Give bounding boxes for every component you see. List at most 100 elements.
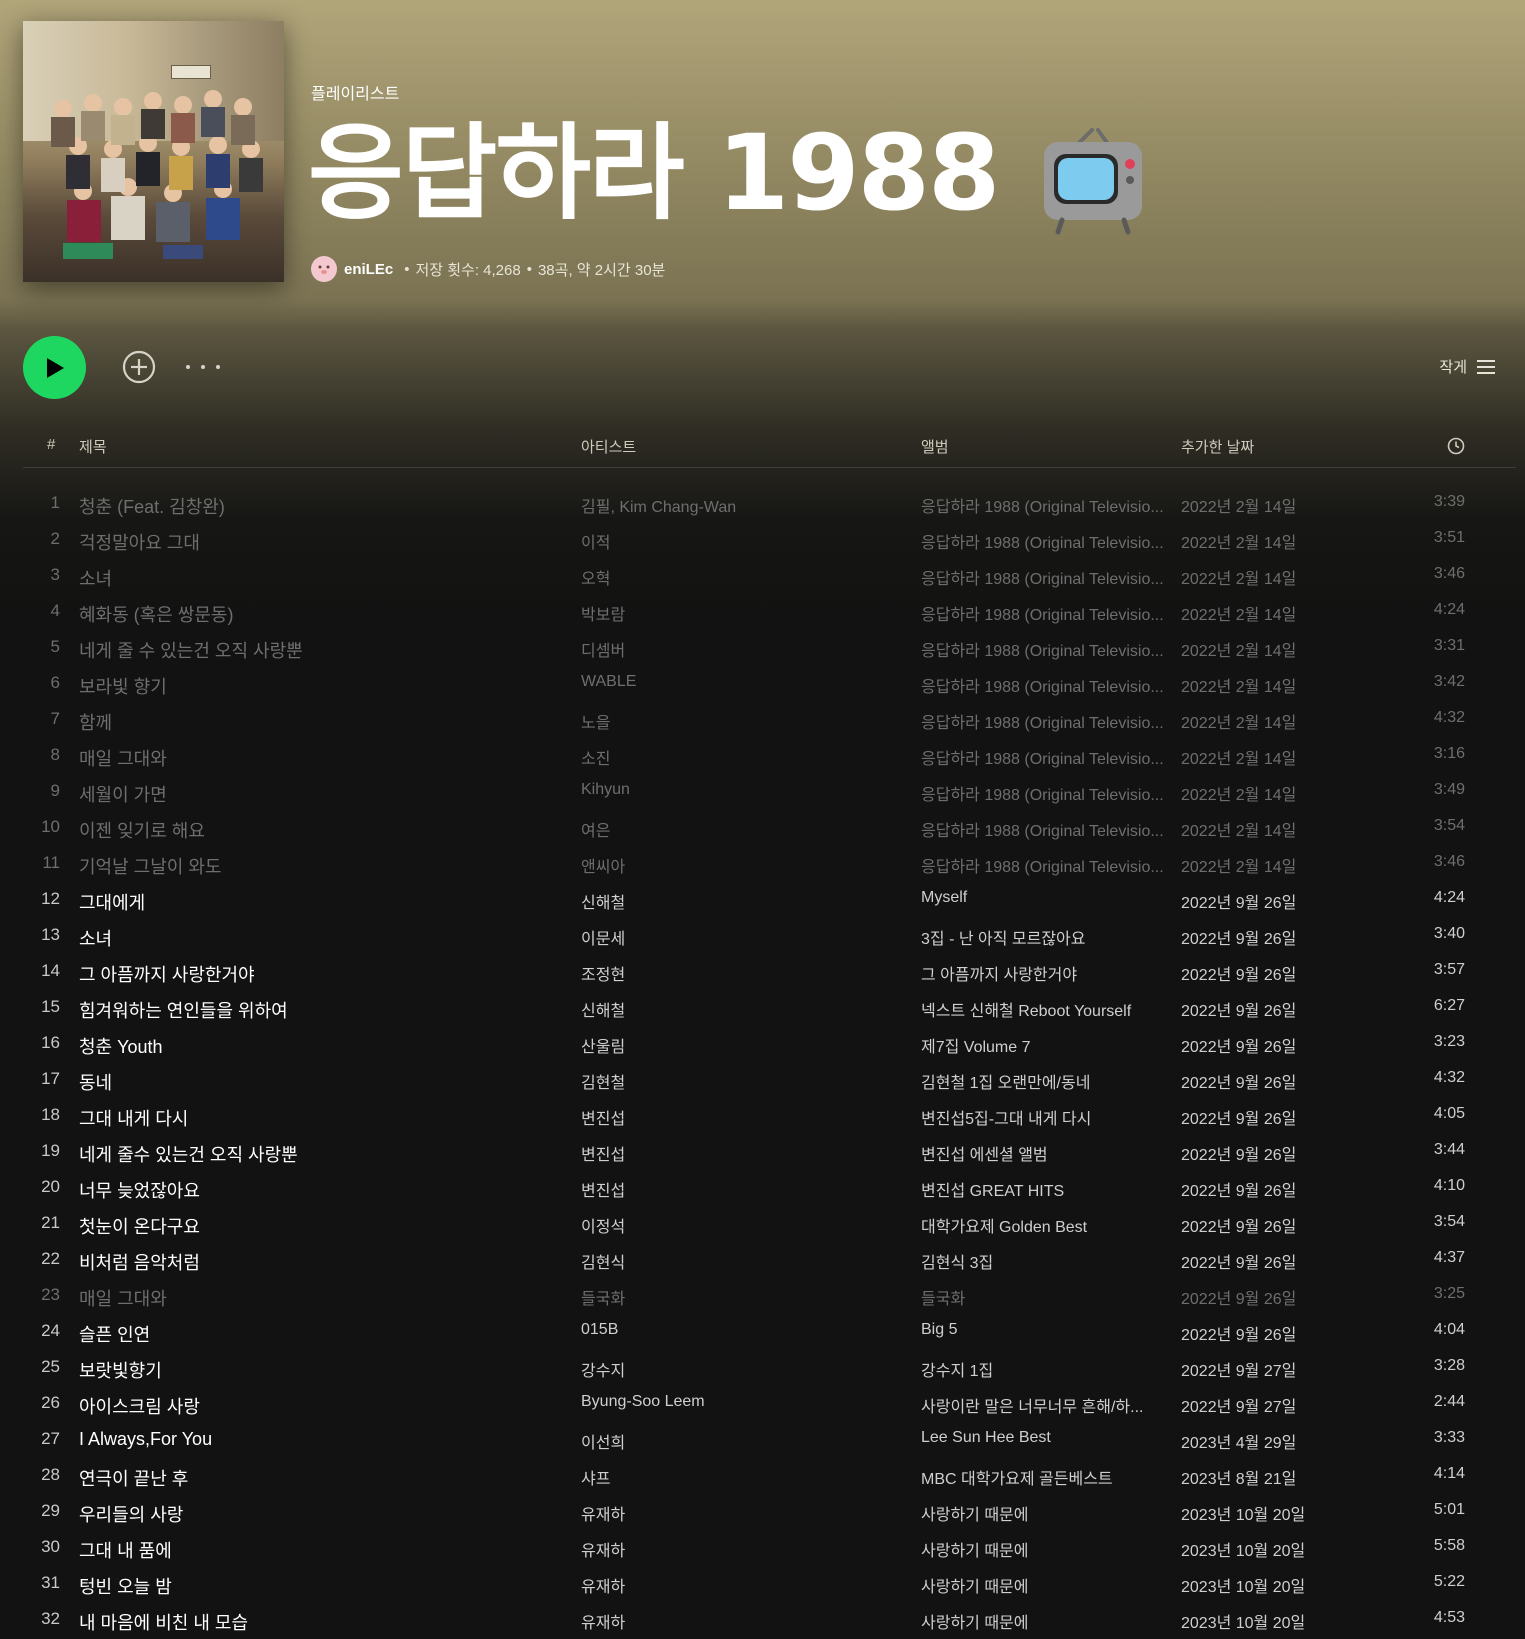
track-title[interactable]: 그대 내게 다시 — [79, 1105, 539, 1131]
track-album[interactable]: Big 5 — [921, 1321, 1191, 1339]
track-row[interactable]: 23 매일 그대와 들국화 들국화 2022년 9월 26일 3:25 — [23, 1279, 1516, 1315]
track-title[interactable]: 기억날 그날이 와도 — [79, 853, 539, 879]
track-title[interactable]: 힘겨워하는 연인들을 위하여 — [79, 997, 539, 1023]
track-album[interactable]: 응답하라 1988 (Original Televisio... — [921, 637, 1191, 661]
column-album[interactable]: 앨범 — [921, 436, 949, 457]
track-row[interactable]: 30 그대 내 품에 유재하 사랑하기 때문에 2023년 10월 20일 5:58 — [23, 1531, 1516, 1567]
track-row[interactable]: 18 그대 내게 다시 변진섭 변진섭5집-그대 내게 다시 2022년 9월 26일 4… — [23, 1099, 1516, 1135]
track-album[interactable]: 사랑하기 때문에 — [921, 1537, 1191, 1561]
track-row[interactable]: 13 소녀 이문세 3집 - 난 아직 모르잖아요 2022년 9월 26일 3:40 — [23, 919, 1516, 955]
track-row[interactable]: 12 그대에게 신해철 Myself 2022년 9월 26일 4:24 — [23, 883, 1516, 919]
track-album[interactable]: Myself — [921, 889, 1191, 907]
track-album[interactable]: 변진섭5집-그대 내게 다시 — [921, 1105, 1191, 1129]
track-album[interactable]: 강수지 1집 — [921, 1357, 1191, 1381]
track-artist[interactable]: 김현철 — [581, 1069, 901, 1093]
track-album[interactable]: 응답하라 1988 (Original Televisio... — [921, 709, 1191, 733]
track-artist[interactable]: 앤씨아 — [581, 853, 901, 877]
track-title[interactable]: 혜화동 (혹은 쌍문동) — [79, 601, 539, 627]
track-row[interactable]: 27 I Always,For You 이선희 Lee Sun Hee Best 202… — [23, 1423, 1516, 1459]
track-artist[interactable]: 이적 — [581, 529, 901, 553]
track-album[interactable]: 들국화 — [921, 1285, 1191, 1309]
track-album[interactable]: 넥스트 신해철 Reboot Yourself — [921, 997, 1191, 1021]
track-artist[interactable]: 유재하 — [581, 1573, 901, 1597]
track-artist[interactable]: 박보람 — [581, 601, 901, 625]
column-title[interactable]: 제목 — [79, 436, 107, 457]
track-album[interactable]: 제7집 Volume 7 — [921, 1033, 1191, 1057]
track-row[interactable]: 11 기억날 그날이 와도 앤씨아 응답하라 1988 (Original Telev… — [23, 847, 1516, 883]
track-row[interactable]: 32 내 마음에 비친 내 모습 유재하 사랑하기 때문에 2023년 10월 20일 4… — [23, 1603, 1516, 1639]
track-album[interactable]: 응답하라 1988 (Original Televisio... — [921, 853, 1191, 877]
track-title[interactable]: 첫눈이 온다구요 — [79, 1213, 539, 1239]
track-artist[interactable]: 015B — [581, 1321, 901, 1339]
track-title[interactable]: 세월이 가면 — [79, 781, 539, 807]
track-row[interactable]: 22 비처럼 음악처럼 김현식 김현식 3집 2022년 9월 26일 4:37 — [23, 1243, 1516, 1279]
track-row[interactable]: 1 청춘 (Feat. 김창완) 김필, Kim Chang-Wan 응답하라 198… — [23, 487, 1516, 523]
track-row[interactable]: 21 첫눈이 온다구요 이정석 대학가요제 Golden Best 2022년 9월 2… — [23, 1207, 1516, 1243]
track-title[interactable]: 함께 — [79, 709, 539, 735]
track-row[interactable]: 19 네게 줄수 있는건 오직 사랑뿐 변진섭 변진섭 에센셜 앨범 2022년 9월 … — [23, 1135, 1516, 1171]
track-album[interactable]: 3집 - 난 아직 모르잖아요 — [921, 925, 1191, 949]
track-title[interactable]: 그대에게 — [79, 889, 539, 915]
track-row[interactable]: 29 우리들의 사랑 유재하 사랑하기 때문에 2023년 10월 20일 5:01 — [23, 1495, 1516, 1531]
track-row[interactable]: 14 그 아픔까지 사랑한거야 조정현 그 아픔까지 사랑한거야 2022년 9월 26… — [23, 955, 1516, 991]
track-artist[interactable]: 오혁 — [581, 565, 901, 589]
track-row[interactable]: 17 동네 김현철 김현철 1집 오랜만에/동네 2022년 9월 26일 4:32 — [23, 1063, 1516, 1099]
track-artist[interactable]: 김필, Kim Chang-Wan — [581, 493, 901, 517]
track-artist[interactable]: 변진섭 — [581, 1141, 901, 1165]
track-row[interactable]: 16 청춘 Youth 산울림 제7집 Volume 7 2022년 9월 26일 3:2… — [23, 1027, 1516, 1063]
track-album[interactable]: MBC 대학가요제 골든베스트 — [921, 1465, 1191, 1489]
track-artist[interactable]: 이선희 — [581, 1429, 901, 1453]
track-row[interactable]: 28 연극이 끝난 후 샤프 MBC 대학가요제 골든베스트 2023년 8월 21일 4… — [23, 1459, 1516, 1495]
track-album[interactable]: Lee Sun Hee Best — [921, 1429, 1191, 1447]
track-artist[interactable]: 이문세 — [581, 925, 901, 949]
track-album[interactable]: 대학가요제 Golden Best — [921, 1213, 1191, 1237]
track-album[interactable]: 사랑이란 말은 너무너무 흔해/하... — [921, 1393, 1191, 1417]
track-artist[interactable]: 들국화 — [581, 1285, 901, 1309]
track-artist[interactable]: 디셈버 — [581, 637, 901, 661]
track-artist[interactable]: 산울림 — [581, 1033, 901, 1057]
plus-circle-icon[interactable] — [122, 350, 156, 384]
track-artist[interactable]: 강수지 — [581, 1357, 901, 1381]
play-button[interactable] — [23, 336, 86, 399]
track-row[interactable]: 20 너무 늦었잖아요 변진섭 변진섭 GREAT HITS 2022년 9월 26일 4… — [23, 1171, 1516, 1207]
track-artist[interactable]: 변진섭 — [581, 1105, 901, 1129]
column-date-added[interactable]: 추가한 날짜 — [1181, 436, 1254, 457]
track-title[interactable]: I Always,For You — [79, 1429, 539, 1450]
track-title[interactable]: 매일 그대와 — [79, 745, 539, 771]
track-row[interactable]: 7 함께 노을 응답하라 1988 (Original Televisio... 202… — [23, 703, 1516, 739]
track-title[interactable]: 그대 내 품에 — [79, 1537, 539, 1563]
track-title[interactable]: 동네 — [79, 1069, 539, 1095]
track-row[interactable]: 31 텅빈 오늘 밤 유재하 사랑하기 때문에 2023년 10월 20일 5:22 — [23, 1567, 1516, 1603]
clock-icon[interactable] — [1447, 437, 1465, 459]
track-row[interactable]: 25 보랏빛향기 강수지 강수지 1집 2022년 9월 27일 3:28 — [23, 1351, 1516, 1387]
track-album[interactable]: 그 아픔까지 사랑한거야 — [921, 961, 1191, 985]
track-album[interactable]: 응답하라 1988 (Original Televisio... — [921, 601, 1191, 625]
track-album[interactable]: 응답하라 1988 (Original Televisio... — [921, 493, 1191, 517]
track-title[interactable]: 연극이 끝난 후 — [79, 1465, 539, 1491]
track-artist[interactable]: WABLE — [581, 673, 901, 691]
track-artist[interactable]: Byung-Soo Leem — [581, 1393, 901, 1411]
column-artist[interactable]: 아티스트 — [581, 436, 636, 457]
track-title[interactable]: 텅빈 오늘 밤 — [79, 1573, 539, 1599]
track-title[interactable]: 비처럼 음악처럼 — [79, 1249, 539, 1275]
track-row[interactable]: 5 네게 줄 수 있는건 오직 사랑뿐 디셈버 응답하라 1988 (Original… — [23, 631, 1516, 667]
track-title[interactable]: 걱정말아요 그대 — [79, 529, 539, 555]
track-row[interactable]: 10 이젠 잊기로 해요 여은 응답하라 1988 (Original Televis… — [23, 811, 1516, 847]
track-album[interactable]: 응답하라 1988 (Original Televisio... — [921, 565, 1191, 589]
track-title[interactable]: 보라빛 향기 — [79, 673, 539, 699]
track-row[interactable]: 15 힘겨워하는 연인들을 위하여 신해철 넥스트 신해철 Reboot Yourse… — [23, 991, 1516, 1027]
track-title[interactable]: 보랏빛향기 — [79, 1357, 539, 1383]
track-row[interactable]: 3 소녀 오혁 응답하라 1988 (Original Televisio... 202… — [23, 559, 1516, 595]
track-album[interactable]: 사랑하기 때문에 — [921, 1501, 1191, 1525]
track-row[interactable]: 4 혜화동 (혹은 쌍문동) 박보람 응답하라 1988 (Original Tele… — [23, 595, 1516, 631]
track-row[interactable]: 9 세월이 가면 Kihyun 응답하라 1988 (Original Televis… — [23, 775, 1516, 811]
track-title[interactable]: 그 아픔까지 사랑한거야 — [79, 961, 539, 987]
track-artist[interactable]: 유재하 — [581, 1609, 901, 1633]
track-title[interactable]: 이젠 잊기로 해요 — [79, 817, 539, 843]
track-row[interactable]: 6 보라빛 향기 WABLE 응답하라 1988 (Original Televisi… — [23, 667, 1516, 703]
track-title[interactable]: 우리들의 사랑 — [79, 1501, 539, 1527]
track-artist[interactable]: 유재하 — [581, 1501, 901, 1525]
track-artist[interactable]: 신해철 — [581, 889, 901, 913]
track-artist[interactable]: Kihyun — [581, 781, 901, 799]
track-title[interactable]: 너무 늦었잖아요 — [79, 1177, 539, 1203]
